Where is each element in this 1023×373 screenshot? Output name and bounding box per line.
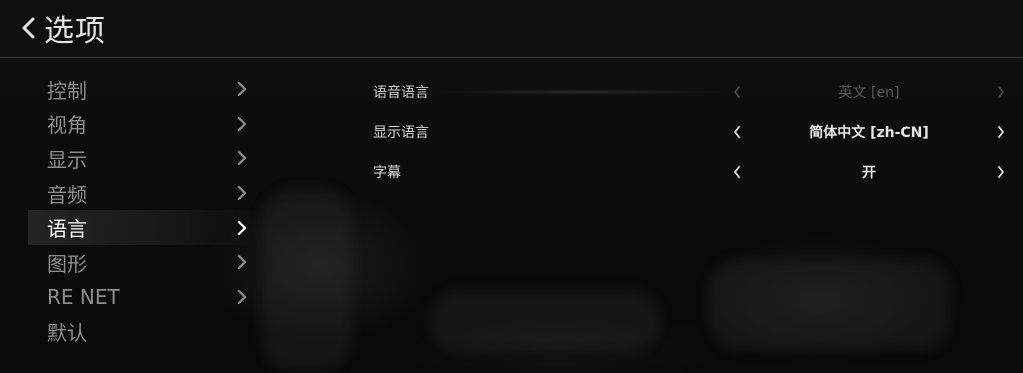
language-settings-panel: 语音语言 英文 [en] 显示语言 简体中文 [zh-CN] 字幕 开 [362, 72, 1012, 192]
sidebar-item-label: 语言 [47, 217, 87, 242]
chevron-right-icon [237, 82, 247, 97]
chevron-left-icon[interactable] [732, 85, 742, 99]
chevron-right-icon [237, 151, 247, 166]
chevron-right-icon[interactable] [996, 125, 1006, 139]
options-sidebar: 控制 视角 显示 音频 语言 图形 RE NET 默认 [28, 72, 260, 349]
setting-row-subtitles[interactable]: 字幕 开 [362, 152, 1012, 192]
setting-value: 英文 [en] [838, 85, 900, 101]
chevron-left-icon[interactable] [732, 165, 742, 179]
back-button[interactable]: 选项 [18, 8, 106, 49]
sidebar-item-display[interactable]: 显示 [28, 141, 260, 176]
chevron-right-icon [237, 220, 247, 235]
sidebar-item-label: 默认 [47, 320, 87, 345]
header-bar: 选项 [0, 0, 1023, 58]
setting-value: 简体中文 [zh-CN] [809, 125, 929, 141]
chevron-left-icon [22, 17, 35, 39]
sidebar-item-controls[interactable]: 控制 [28, 72, 260, 107]
row-highlight [432, 89, 732, 95]
sidebar-item-label: 显示 [47, 147, 87, 172]
setting-label: 显示语言 [373, 125, 429, 141]
sidebar-item-camera[interactable]: 视角 [28, 107, 260, 142]
sidebar-item-label: RE NET [47, 284, 120, 309]
page-title: 选项 [44, 14, 106, 49]
sidebar-item-label: 图形 [47, 251, 87, 276]
sidebar-item-label: 音频 [47, 182, 87, 207]
sidebar-item-label: 控制 [47, 78, 87, 103]
background-shape [430, 290, 660, 350]
chevron-right-icon [237, 116, 247, 131]
chevron-left-icon[interactable] [732, 125, 742, 139]
setting-row-display-language[interactable]: 显示语言 简体中文 [zh-CN] [362, 112, 1012, 152]
background-shape [710, 260, 950, 350]
background-shape [262, 190, 352, 370]
sidebar-item-audio[interactable]: 音频 [28, 176, 260, 211]
setting-label: 语音语言 [373, 85, 429, 101]
sidebar-item-graphics[interactable]: 图形 [28, 245, 260, 280]
sidebar-item-label: 视角 [47, 113, 87, 138]
chevron-right-icon [237, 255, 247, 270]
chevron-right-icon [237, 185, 247, 201]
setting-label: 字幕 [373, 165, 401, 181]
chevron-right-icon[interactable] [996, 85, 1006, 99]
sidebar-item-language[interactable]: 语言 [28, 210, 260, 245]
chevron-right-icon[interactable] [996, 165, 1006, 179]
sidebar-item-re-net[interactable]: RE NET [28, 280, 260, 315]
chevron-right-icon [237, 289, 247, 304]
sidebar-item-defaults[interactable]: 默认 [28, 314, 260, 349]
options-screen: 选项 控制 视角 显示 音频 语言 图形 RE NET 默认 语音语言 英文 [… [0, 0, 1023, 373]
setting-value: 开 [862, 165, 876, 181]
setting-row-voice-language: 语音语言 英文 [en] [362, 72, 1012, 112]
